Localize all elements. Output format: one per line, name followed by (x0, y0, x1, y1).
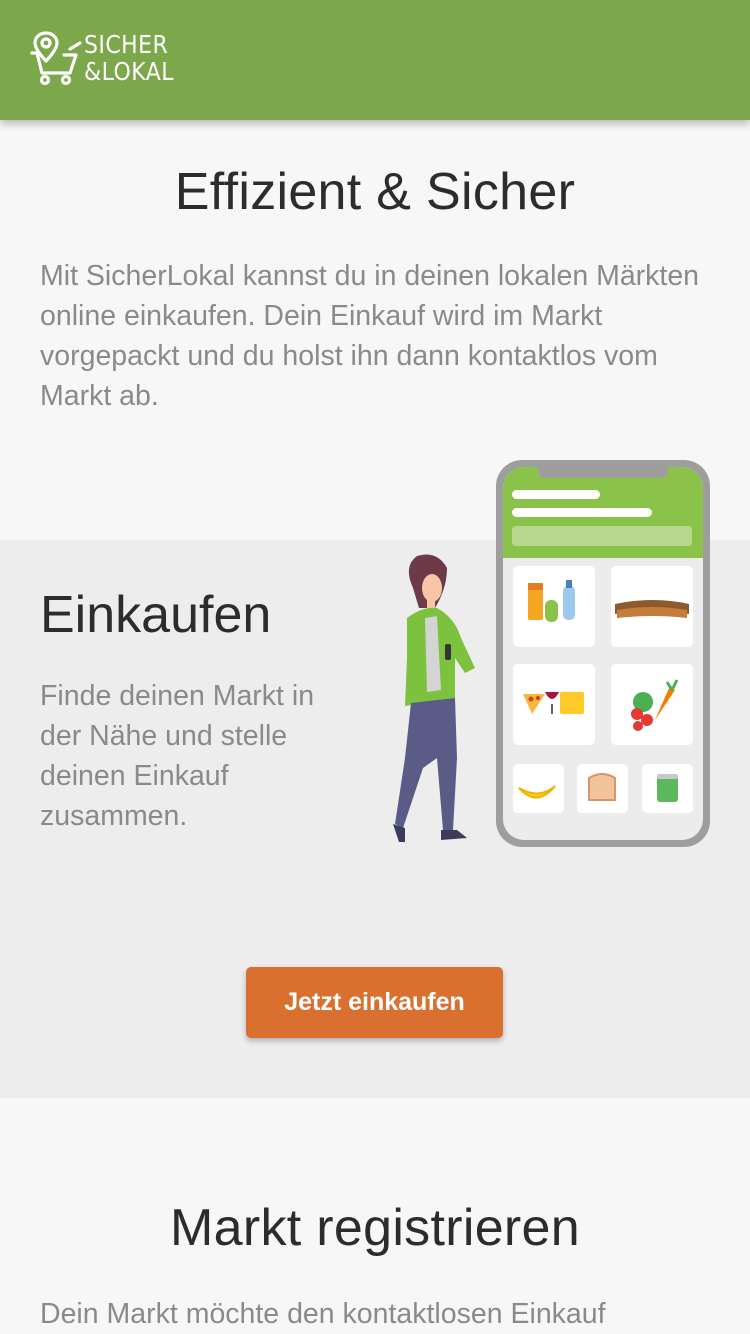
register-section: Markt registrieren Dein Markt möchte den… (0, 1098, 750, 1334)
intro-title: Effizient & Sicher (174, 163, 576, 221)
register-text: Dein Markt möchte den kontaktlosen Einka… (40, 1298, 606, 1330)
can-icon (657, 774, 678, 802)
cart-location-logo-icon (30, 31, 82, 86)
shopping-illustration (393, 460, 710, 847)
logo-line-2: &LOKAL (84, 57, 174, 86)
bread-icon (615, 600, 689, 618)
shop-title: Einkaufen (40, 586, 272, 644)
toast-icon (588, 773, 616, 801)
intro-text: Mit SicherLokal kannst du in deinen loka… (40, 260, 700, 412)
logo[interactable]: SICHER &LOKAL (30, 28, 186, 88)
app-bar: SICHER &LOKAL (0, 0, 750, 120)
shop-text: Finde deinen Markt in der Nähe und stell… (40, 680, 315, 832)
woman-figure (393, 554, 475, 842)
logo-line-1: SICHER (84, 30, 169, 59)
register-title: Markt registrieren (170, 1199, 580, 1257)
shop-now-button[interactable]: Jetzt einkaufen (246, 967, 503, 1038)
logo-wordmark: SICHER &LOKAL (84, 31, 174, 85)
